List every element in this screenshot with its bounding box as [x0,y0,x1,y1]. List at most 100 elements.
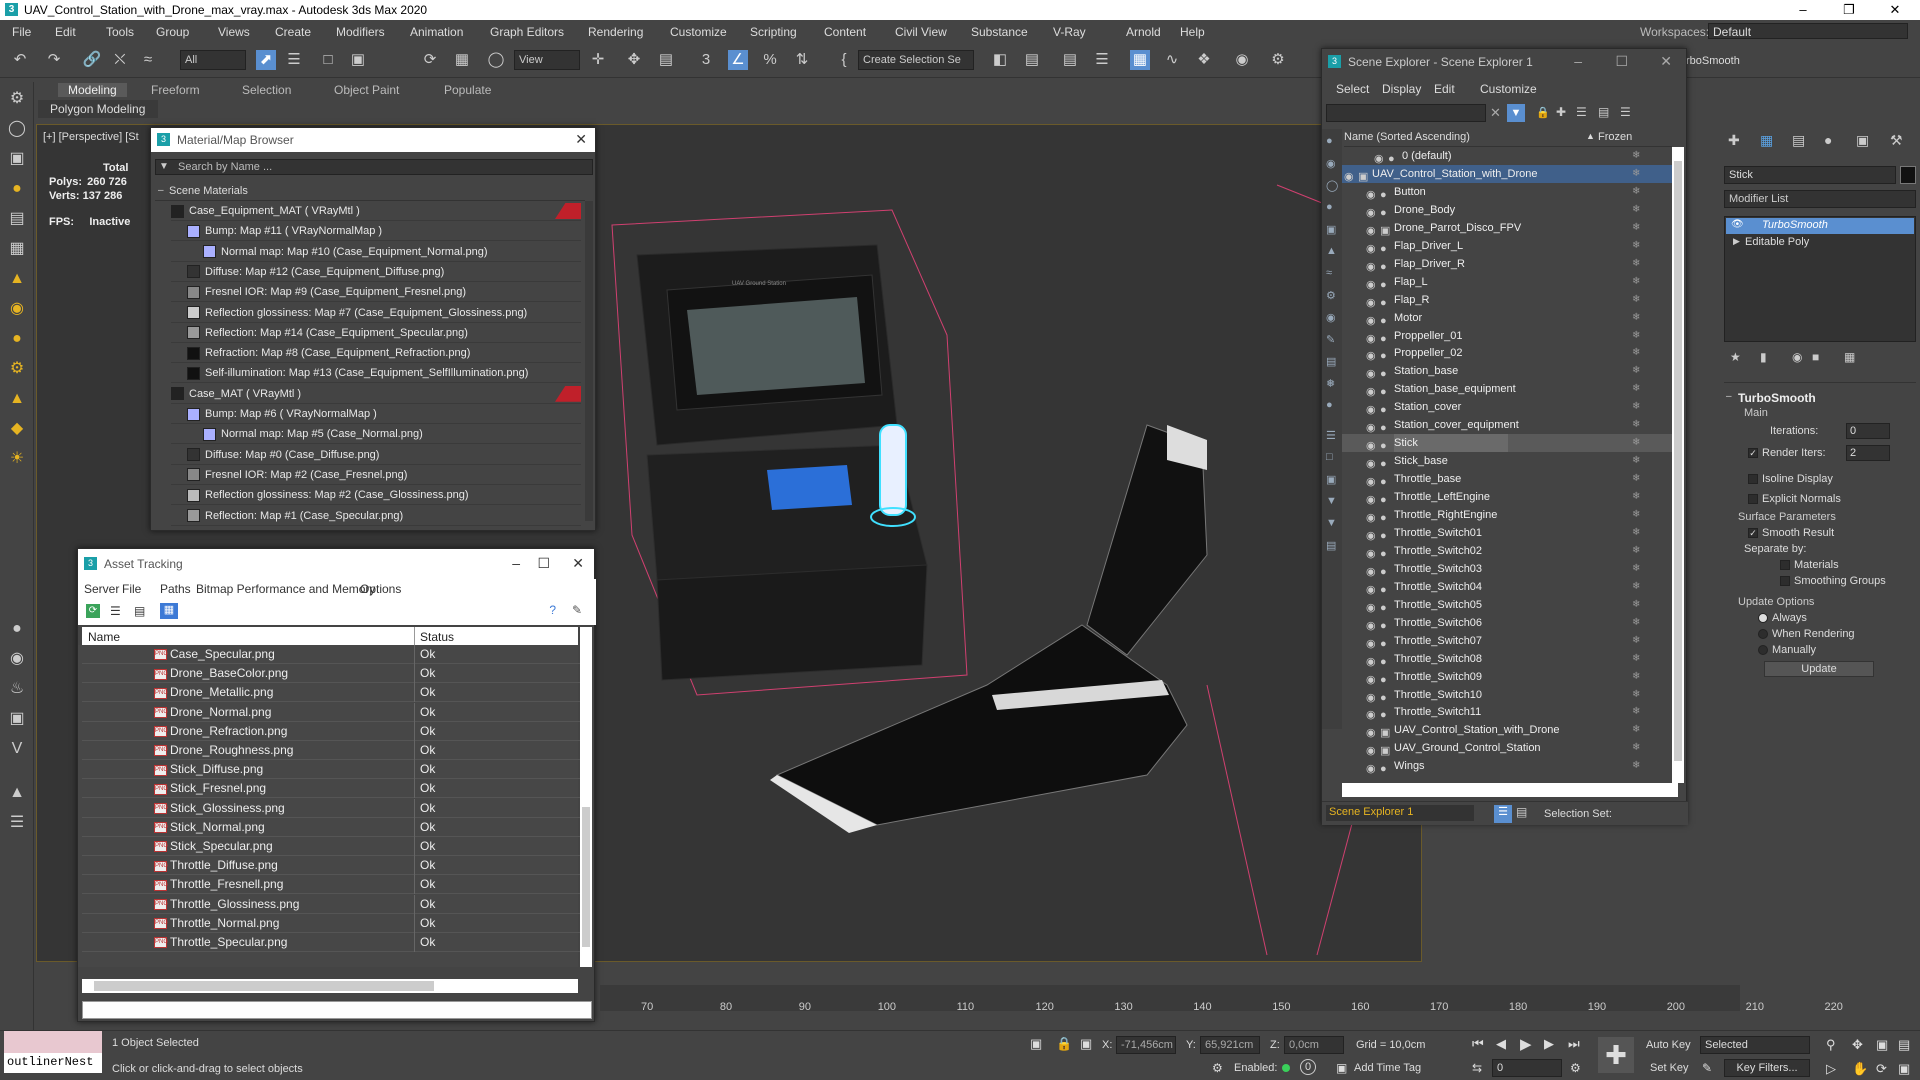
refresh-icon[interactable]: ⟳ [86,604,100,618]
selection-filter-dropdown[interactable]: All [180,50,246,70]
explicit-normals-checkbox[interactable] [1748,494,1758,505]
material-tree-item[interactable]: Reflection glossiness: Map #7 (Case_Equi… [171,303,581,323]
table-row[interactable]: PNG Throttle_Diffuse.png Ok [82,856,580,876]
bones-icon[interactable]: ✎ [1326,333,1335,346]
asset-path-field[interactable] [82,1001,592,1019]
named-selection-dropdown[interactable]: Create Selection Se [858,50,974,70]
col-status-header[interactable]: Status [420,630,454,644]
frozen-toggle-icon[interactable]: ❄ [1632,434,1640,452]
add-layer-icon[interactable]: ✚ [1556,105,1566,119]
scene-object-uav-control-station-with-drone[interactable]: ◉ ▣ UAV_Control_Station_with_Drone ❄ [1342,721,1682,739]
visibility-eye-icon[interactable]: ◉ [1366,347,1378,362]
frozen-toggle-icon[interactable]: ❄ [1632,237,1640,255]
scene-object-flap-driver-l[interactable]: ◉ ● Flap_Driver_L ❄ [1342,237,1682,255]
visibility-eye-icon[interactable]: ◉ [1366,365,1378,380]
menu-edit[interactable]: Edit [55,25,76,39]
frozen-toggle-icon[interactable]: ❄ [1632,362,1640,380]
filter-selected-icon[interactable]: ▼ [1326,517,1337,529]
pin-stack-icon[interactable]: ★ [1730,350,1741,364]
visibility-eye-icon[interactable]: ◉ [1366,742,1378,757]
frozen-toggle-icon[interactable]: ❄ [1632,488,1640,506]
utility-icon[interactable]: ▦ [6,238,28,260]
scale-icon[interactable]: ▦ [452,50,472,70]
menu-arnold[interactable]: Arnold [1126,25,1161,39]
scene-menu-select[interactable]: Select [1336,82,1369,96]
scene-menu-customize[interactable]: Customize [1480,82,1537,96]
set-key-big-icon[interactable]: ✚ [1598,1037,1634,1073]
table-row[interactable]: PNG Case_Specular.png Ok [82,645,580,664]
menu-civil-view[interactable]: Civil View [895,25,947,39]
make-unique-icon[interactable]: ◉ [1792,350,1802,364]
table-row[interactable]: PNG Throttle_Glossiness.png Ok [82,894,580,914]
pan-icon[interactable]: ✋ [1852,1061,1868,1077]
col-name-header[interactable]: Name [88,630,120,644]
scene-object-throttle-switch01[interactable]: ◉ ● Throttle_Switch01 ❄ [1342,524,1682,542]
frozen-toggle-icon[interactable]: ❄ [1632,560,1640,578]
adaptive-degradation-icon[interactable]: ⚙ [1212,1061,1223,1075]
frozen-toggle-icon[interactable]: ❄ [1632,183,1640,201]
mirror-icon[interactable]: ◧ [990,50,1010,70]
maxscript-input[interactable]: outlinerNest [4,1053,102,1073]
modifier-list-dropdown[interactable]: Modifier List [1724,190,1916,208]
sphere-icon[interactable]: ● [6,328,28,350]
modify-tab-icon[interactable]: ▦ [1760,132,1773,149]
table-row[interactable]: PNG Stick_Diffuse.png Ok [82,760,580,780]
layer-default[interactable]: ◉ ● 0 (default) ❄ [1342,147,1682,165]
highlight-icon[interactable]: ✎ [572,603,582,617]
visibility-eye-icon[interactable]: ◉ [1366,222,1378,237]
zoom-icon[interactable]: ⚲ [1826,1037,1836,1053]
ribbon-tab-object-paint[interactable]: Object Paint [334,83,399,97]
x-coord-field[interactable]: -71,456cm [1116,1036,1176,1054]
object-name-field[interactable]: Stick [1724,166,1896,184]
stack-eye-icon[interactable]: 👁 [1731,219,1744,230]
undo-icon[interactable]: ↶ [10,50,30,70]
scene-explorer-hscroll[interactable] [1342,783,1678,797]
scene-object-station-base[interactable]: ◉ ● Station_base ❄ [1342,362,1682,380]
display-all-icon[interactable]: ☰ [1326,429,1336,442]
scene-object-drone-parrot-disco-fpv[interactable]: ◉ ▣ Drone_Parrot_Disco_FPV ❄ [1342,219,1682,237]
close-button[interactable]: ✕ [1872,0,1918,20]
material-tree-item[interactable]: Self-illumination: Map #13 (Case_Equipme… [171,363,581,384]
timeline-track[interactable] [600,985,1740,1011]
scene-menu-display[interactable]: Display [1382,82,1421,96]
angle-snap-icon[interactable]: ∠ [728,50,748,70]
scene-explorer-titlebar[interactable]: 3 Scene Explorer - Scene Explorer 1 – ☐ … [1322,49,1686,75]
keyboard-shortcut-icon[interactable]: ▤ [656,50,676,70]
visibility-eye-icon[interactable]: ◉ [1366,473,1378,488]
layer-explorer-icon[interactable]: ☰ [1092,50,1112,70]
visibility-eye-icon[interactable]: ◉ [1366,653,1378,668]
asset-tracking-titlebar[interactable]: 3 Asset Tracking – ☐ ✕ [78,549,594,579]
scene-object-throttle-switch11[interactable]: ◉ ● Throttle_Switch11 ❄ [1342,703,1682,721]
material-ball-icon[interactable]: ● [6,618,28,640]
frozen-toggle-icon[interactable]: ❄ [1632,380,1640,398]
scene-object-uav-ground-control-station[interactable]: ◉ ▣ UAV_Ground_Control_Station ❄ [1342,739,1682,757]
visibility-eye-icon[interactable]: ◉ [1344,168,1356,183]
time-tag-icon[interactable]: ▣ [1336,1061,1347,1075]
display-none2-icon[interactable]: □ [1326,451,1333,463]
frozen-toggle-icon[interactable]: ❄ [1632,452,1640,470]
zoom-all-icon[interactable]: ✥ [1852,1037,1863,1053]
menu-create[interactable]: Create [275,25,311,39]
material-tree-item[interactable]: Refraction: Map #8 (Case_Equipment_Refra… [171,343,581,364]
scene-explorer-maximize-button[interactable]: ☐ [1615,53,1628,70]
visibility-eye-icon[interactable]: ◉ [1366,276,1378,291]
viewport-orbit-icon[interactable]: ◯ [6,118,28,140]
walk-icon[interactable]: ▲ [6,782,28,804]
edit-named-selection-icon[interactable]: { [834,50,854,70]
scene-explorer-close-button[interactable]: ✕ [1660,53,1672,70]
scene-object-throttle-switch07[interactable]: ◉ ● Throttle_Switch07 ❄ [1342,632,1682,650]
material-tree-item[interactable]: Bump: Map #6 ( VRayNormalMap ) [171,404,581,424]
motion-tab-icon[interactable]: ● [1824,132,1832,148]
xrefs-icon[interactable]: ◉ [1326,311,1336,324]
scene-object-throttle-switch08[interactable]: ◉ ● Throttle_Switch08 ❄ [1342,650,1682,668]
minimize-button[interactable]: – [1780,0,1826,20]
filter-icon[interactable]: ▼ [1507,104,1525,122]
isoline-checkbox[interactable] [1748,474,1758,485]
scene-object-stick[interactable]: ◉ ● Stick ❄ [1342,434,1682,453]
frozen-toggle-icon[interactable]: ❄ [1632,596,1640,614]
render-frame-icon[interactable]: ▣ [6,708,28,730]
frozen-toggle-icon[interactable]: ❄ [1632,757,1640,775]
scene-object-stick-base[interactable]: ◉ ● Stick_base ❄ [1342,452,1682,470]
material-tree-item[interactable]: Fresnel IOR: Map #2 (Case_Fresnel.png) [171,465,581,485]
visibility-eye-icon[interactable]: ◉ [1366,258,1378,273]
